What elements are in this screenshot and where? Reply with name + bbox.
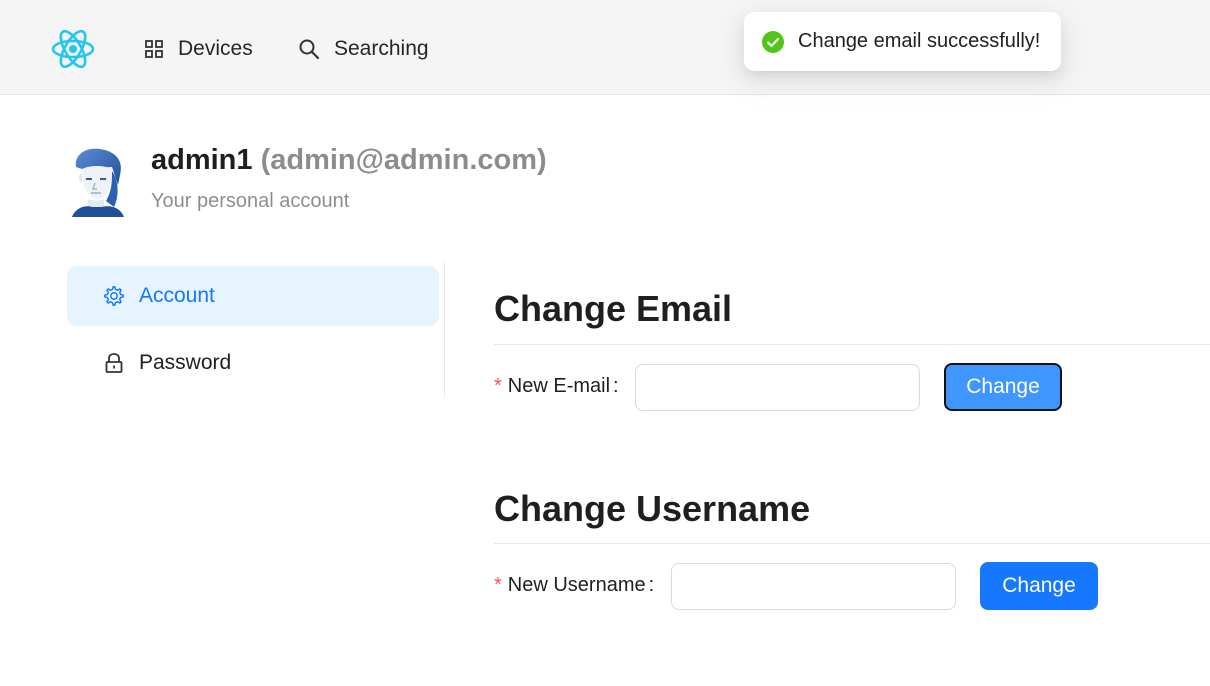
profile-username: admin1 bbox=[151, 144, 253, 176]
sidebar-item-label: Password bbox=[139, 351, 232, 374]
check-circle-icon bbox=[762, 30, 784, 53]
profile-subtitle: Your personal account bbox=[151, 190, 350, 212]
nav-item-devices[interactable]: Devices bbox=[144, 30, 253, 68]
new-email-input[interactable] bbox=[635, 364, 920, 411]
success-toast: Change email successfully! bbox=[744, 12, 1061, 71]
nav-label: Devices bbox=[178, 37, 253, 60]
lock-icon bbox=[105, 353, 123, 373]
new-username-input[interactable] bbox=[671, 563, 956, 610]
sidebar-item-password[interactable]: Password bbox=[67, 333, 439, 393]
change-email-title: Change Email bbox=[494, 288, 733, 329]
divider bbox=[494, 543, 1210, 544]
profile-heading: admin1 (admin@admin.com) bbox=[151, 144, 547, 177]
gear-icon bbox=[104, 286, 124, 306]
settings-sidebar: Account Password bbox=[67, 262, 445, 398]
label-text: New Username bbox=[507, 574, 646, 596]
new-email-label: * New E-mail : bbox=[494, 375, 619, 398]
search-icon bbox=[299, 39, 320, 60]
sidebar-item-label: Account bbox=[139, 284, 215, 307]
label-colon: : bbox=[648, 574, 655, 596]
new-username-label: * New Username : bbox=[494, 574, 654, 597]
label-colon: : bbox=[613, 375, 619, 397]
divider bbox=[494, 344, 1210, 345]
sidebar-item-account[interactable]: Account bbox=[67, 266, 439, 326]
avatar bbox=[72, 148, 124, 217]
change-email-button[interactable]: Change bbox=[944, 363, 1062, 411]
appstore-icon bbox=[145, 40, 163, 58]
required-mark: * bbox=[494, 375, 502, 397]
change-username-button[interactable]: Change bbox=[980, 562, 1098, 610]
nav-label: Searching bbox=[334, 37, 429, 60]
change-username-title: Change Username bbox=[494, 488, 811, 529]
label-text: New E-mail bbox=[507, 375, 611, 397]
react-logo-icon[interactable] bbox=[50, 26, 96, 72]
profile-email: (admin@admin.com) bbox=[260, 144, 547, 176]
nav-item-searching[interactable]: Searching bbox=[298, 30, 429, 68]
required-mark: * bbox=[494, 574, 502, 596]
toast-message: Change email successfully! bbox=[798, 30, 1041, 52]
